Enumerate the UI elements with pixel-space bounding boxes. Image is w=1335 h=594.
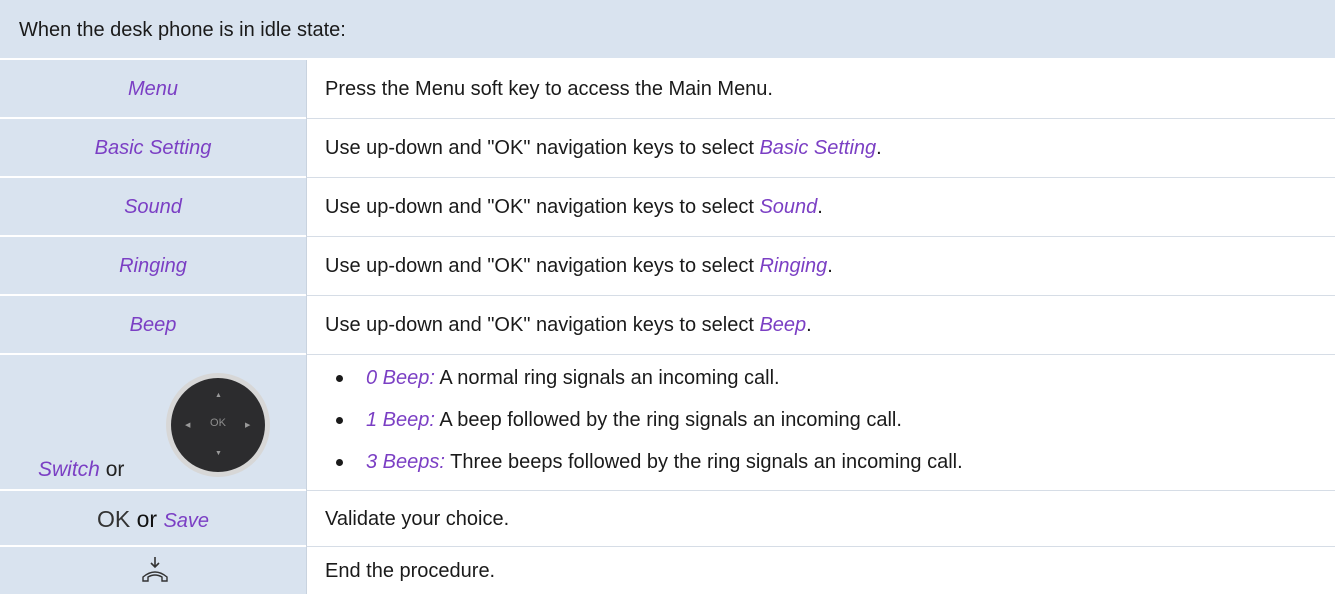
table-header: When the desk phone is in idle state: xyxy=(0,0,1335,60)
table-row-sound: Sound Use up-down and "OK" navigation ke… xyxy=(0,178,1335,237)
row-label-cell: Beep xyxy=(0,296,306,355)
arrow-up-icon: ▲ xyxy=(215,392,222,399)
row-label-cell: Sound xyxy=(0,178,306,237)
row-text-cell: 0 Beep: A normal ring signals an incomin… xyxy=(306,355,1335,491)
menu-label: Menu xyxy=(127,78,179,100)
table-row-menu: Menu Press the Menu soft key to access t… xyxy=(0,60,1335,119)
navigation-pad-inner: ▲ ▼ ◀ ▶ OK xyxy=(171,378,265,472)
ok-label: OK xyxy=(96,506,131,532)
navigation-pad-icon: ▲ ▼ ◀ ▶ OK xyxy=(166,373,270,477)
row-label-cell xyxy=(0,547,306,594)
row-text-cell: Use up-down and "OK" navigation keys to … xyxy=(306,296,1335,355)
end-instruction: End the procedure. xyxy=(325,560,496,582)
nav-ok-label: OK xyxy=(210,417,226,429)
table-row-switch: Switch or ▲ ▼ ◀ ▶ OK 0 Beep: A normal ri… xyxy=(0,355,1335,491)
bullet-item: 3 Beeps: Three beeps followed by the rin… xyxy=(336,451,963,474)
bullet-text: A normal ring signals an incoming call. xyxy=(434,367,780,389)
bullet-text: Three beeps followed by the ring signals… xyxy=(444,451,963,473)
instruction-emphasis: Beep xyxy=(759,314,807,336)
sound-instruction: Use up-down and "OK" navigation keys to … xyxy=(325,196,823,219)
bullet-dot-icon xyxy=(336,417,343,424)
bullet-dot-icon xyxy=(336,375,343,382)
bullet-emphasis: 1 Beep: xyxy=(366,409,435,431)
row-text-cell: Use up-down and "OK" navigation keys to … xyxy=(306,178,1335,237)
arrow-down-icon: ▼ xyxy=(215,450,222,457)
instruction-emphasis: Sound xyxy=(759,196,818,218)
bullet-item: 0 Beep: A normal ring signals an incomin… xyxy=(336,367,780,390)
bullet-emphasis: 0 Beep: xyxy=(366,367,435,389)
bullet-text: A beep followed by the ring signals an i… xyxy=(434,409,902,431)
save-instruction: Validate your choice. xyxy=(325,508,510,530)
table-row-beep: Beep Use up-down and "OK" navigation key… xyxy=(0,296,1335,355)
or-text: or xyxy=(136,506,158,532)
switch-or-label: Switch or xyxy=(38,458,124,482)
hang-up-icon xyxy=(142,557,168,582)
table-row-ringing: Ringing Use up-down and "OK" navigation … xyxy=(0,237,1335,296)
ok-or-save-label: OK or Save xyxy=(0,506,306,533)
switch-label: Switch xyxy=(38,458,100,481)
bullet-item: 1 Beep: A beep followed by the ring sign… xyxy=(336,409,902,432)
table-row-end: End the procedure. xyxy=(0,547,1335,594)
instruction-suffix: . xyxy=(827,255,833,277)
beep-instruction: Use up-down and "OK" navigation keys to … xyxy=(325,314,812,337)
table-row-save: OK or Save Validate your choice. xyxy=(0,491,1335,547)
beep-label: Beep xyxy=(129,314,177,336)
row-label-cell: Switch or ▲ ▼ ◀ ▶ OK xyxy=(0,355,306,491)
instruction-prefix: Use up-down and "OK" navigation keys to … xyxy=(325,137,760,159)
instruction-prefix: Use up-down and "OK" navigation keys to … xyxy=(325,255,760,277)
instruction-emphasis: Ringing xyxy=(759,255,828,277)
row-label-cell: Ringing xyxy=(0,237,306,296)
row-label-cell: Basic Setting xyxy=(0,119,306,178)
basic-setting-label: Basic Setting xyxy=(94,137,212,159)
row-label-cell: OK or Save xyxy=(0,491,306,547)
instruction-suffix: . xyxy=(876,137,882,159)
sound-label: Sound xyxy=(124,196,182,218)
instruction-suffix: . xyxy=(817,196,823,218)
menu-instruction: Press the Menu soft key to access the Ma… xyxy=(325,78,773,100)
bullet-dot-icon xyxy=(336,459,343,466)
table-row-basic-setting: Basic Setting Use up-down and "OK" navig… xyxy=(0,119,1335,178)
row-text-cell: Press the Menu soft key to access the Ma… xyxy=(306,60,1335,119)
basic-setting-instruction: Use up-down and "OK" navigation keys to … xyxy=(325,137,882,160)
ringing-instruction: Use up-down and "OK" navigation keys to … xyxy=(325,255,833,278)
row-text-cell: Validate your choice. xyxy=(306,491,1335,547)
save-label: Save xyxy=(163,510,210,532)
bullet-emphasis: 3 Beeps: xyxy=(366,451,445,473)
row-text-cell: End the procedure. xyxy=(306,547,1335,594)
row-text-cell: Use up-down and "OK" navigation keys to … xyxy=(306,119,1335,178)
instruction-suffix: . xyxy=(806,314,812,336)
procedure-table: When the desk phone is in idle state: Me… xyxy=(0,0,1335,594)
ringing-label: Ringing xyxy=(119,255,187,277)
instruction-prefix: Use up-down and "OK" navigation keys to … xyxy=(325,314,760,336)
header-text: When the desk phone is in idle state: xyxy=(19,19,346,41)
instruction-prefix: Use up-down and "OK" navigation keys to … xyxy=(325,196,760,218)
row-label-cell: Menu xyxy=(0,60,306,119)
row-text-cell: Use up-down and "OK" navigation keys to … xyxy=(306,237,1335,296)
or-text: or xyxy=(105,458,125,481)
instruction-emphasis: Basic Setting xyxy=(759,137,877,159)
